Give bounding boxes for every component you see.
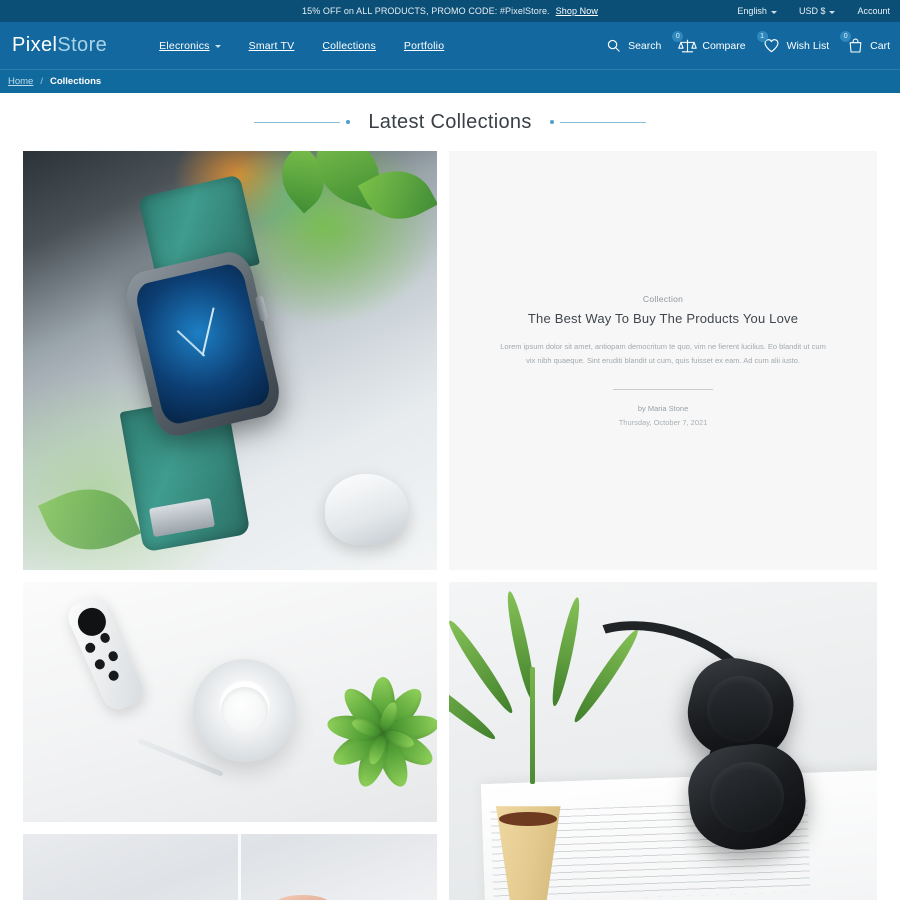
logo-text-secondary: Store xyxy=(57,34,108,56)
cart-label: Cart xyxy=(870,39,890,52)
breadcrumb-home[interactable]: Home xyxy=(8,76,33,87)
collection-tile-headphones[interactable] xyxy=(449,582,877,900)
smart-speaker xyxy=(192,658,297,763)
heading-rule xyxy=(254,121,341,123)
article-date: Thursday, October 7, 2021 xyxy=(618,417,708,427)
article-excerpt: Lorem ipsum dolor sit amet, antiopam dem… xyxy=(500,342,826,365)
article-divider xyxy=(613,388,714,390)
fabric-photo xyxy=(23,834,437,900)
promo-text: 15% OFF on ALL PRODUCTS, PROMO CODE: #Pi… xyxy=(302,6,550,16)
collection-tile-smartwatch[interactable] xyxy=(23,151,438,570)
remote-button xyxy=(93,658,107,672)
compare-badge: 0 xyxy=(672,30,684,42)
collection-tile-speaker[interactable] xyxy=(23,582,438,822)
heading-decoration-right xyxy=(549,120,646,124)
grid-column-right: Collection The Best Way To Buy The Produ… xyxy=(449,151,877,900)
bag-icon: 0 xyxy=(840,30,865,56)
nav-item-label: Collections xyxy=(322,39,376,52)
collections-grid: Collection The Best Way To Buy The Produ… xyxy=(0,151,900,900)
smartwatch-photo xyxy=(23,151,438,570)
article-author: by Maria Stone xyxy=(637,403,689,413)
section-heading: Latest Collections xyxy=(0,93,900,151)
account-label: Account xyxy=(857,6,890,16)
chevron-down-icon xyxy=(214,45,221,48)
breadcrumb-separator: / xyxy=(40,76,43,87)
compare-button[interactable]: 0 Compare xyxy=(672,30,746,56)
succulent-plant xyxy=(313,635,438,791)
remote-button xyxy=(106,669,120,683)
speaker-photo xyxy=(23,582,438,822)
search-button[interactable]: Search xyxy=(603,36,661,56)
wishlist-badge: 1 xyxy=(756,30,768,42)
heading-dot xyxy=(549,120,554,124)
chevron-down-icon xyxy=(770,10,777,14)
nav-item-portfolio[interactable]: Portfolio xyxy=(404,40,444,52)
cart-button[interactable]: 0 Cart xyxy=(840,30,890,56)
plant-frond xyxy=(449,616,517,716)
nav-item-label: Elecronics xyxy=(159,39,210,52)
language-selector[interactable]: English xyxy=(737,6,777,16)
topbar-utilities: English USD $ Account xyxy=(737,6,900,16)
leaf-shape xyxy=(37,472,141,568)
watch-screen xyxy=(133,261,274,427)
compare-label: Compare xyxy=(702,39,746,52)
nav-links: Elecronics Smart TV Collections Portfoli… xyxy=(159,40,444,52)
scales-icon: 0 xyxy=(672,30,697,56)
breadcrumb-current: Collections xyxy=(49,76,102,87)
heading-rule xyxy=(559,121,646,123)
heading-dot xyxy=(346,120,351,124)
headphones-photo xyxy=(449,582,877,900)
breadcrumb: Home / Collections xyxy=(0,69,900,93)
plant-stem xyxy=(530,666,536,784)
logo-text-primary: Pixel xyxy=(12,34,58,56)
account-link[interactable]: Account xyxy=(857,6,890,16)
currency-label: USD $ xyxy=(798,6,826,16)
top-promo-bar: 15% OFF on ALL PRODUCTS, PROMO CODE: #Pi… xyxy=(0,0,900,22)
featured-article-card[interactable]: Collection The Best Way To Buy The Produ… xyxy=(449,151,877,570)
grid-column-left xyxy=(23,151,438,900)
heart-icon: 1 xyxy=(756,30,782,56)
remote-control xyxy=(63,592,149,716)
nav-item-smart-tv[interactable]: Smart TV xyxy=(249,40,295,52)
remote-button xyxy=(84,641,98,656)
page-title: Latest Collections xyxy=(368,110,532,133)
remote-button xyxy=(98,631,112,645)
heading-decoration-left xyxy=(254,120,351,124)
cart-badge: 0 xyxy=(840,30,852,42)
wishlist-button[interactable]: 1 Wish List xyxy=(756,30,830,56)
article-title: The Best Way To Buy The Products You Lov… xyxy=(527,311,799,327)
nav-item-label: Portfolio xyxy=(403,39,445,52)
shop-now-link[interactable]: Shop Now xyxy=(556,6,598,16)
search-label: Search xyxy=(628,39,662,52)
earbuds-case xyxy=(325,473,409,545)
nav-item-collections[interactable]: Collections xyxy=(322,40,376,52)
watch-crown xyxy=(254,295,269,322)
wishlist-label: Wish List xyxy=(786,39,830,52)
site-logo[interactable]: PixelStore xyxy=(12,34,107,57)
nav-item-label: Smart TV xyxy=(248,39,295,52)
nav-tools: Search 0 Compare 1 Wish List 0 Cart xyxy=(603,30,890,56)
currency-selector[interactable]: USD $ xyxy=(799,6,836,16)
hand-shape xyxy=(275,895,330,900)
search-icon xyxy=(603,36,623,56)
main-navigation-bar: PixelStore Elecronics Smart TV Collectio… xyxy=(0,22,900,69)
language-label: English xyxy=(737,6,767,16)
nav-item-electronics[interactable]: Elecronics xyxy=(159,39,221,52)
chevron-down-icon xyxy=(829,10,836,14)
article-kicker: Collection xyxy=(642,294,684,305)
collection-tile-fabric[interactable] xyxy=(23,834,438,900)
remote-button xyxy=(106,649,120,663)
